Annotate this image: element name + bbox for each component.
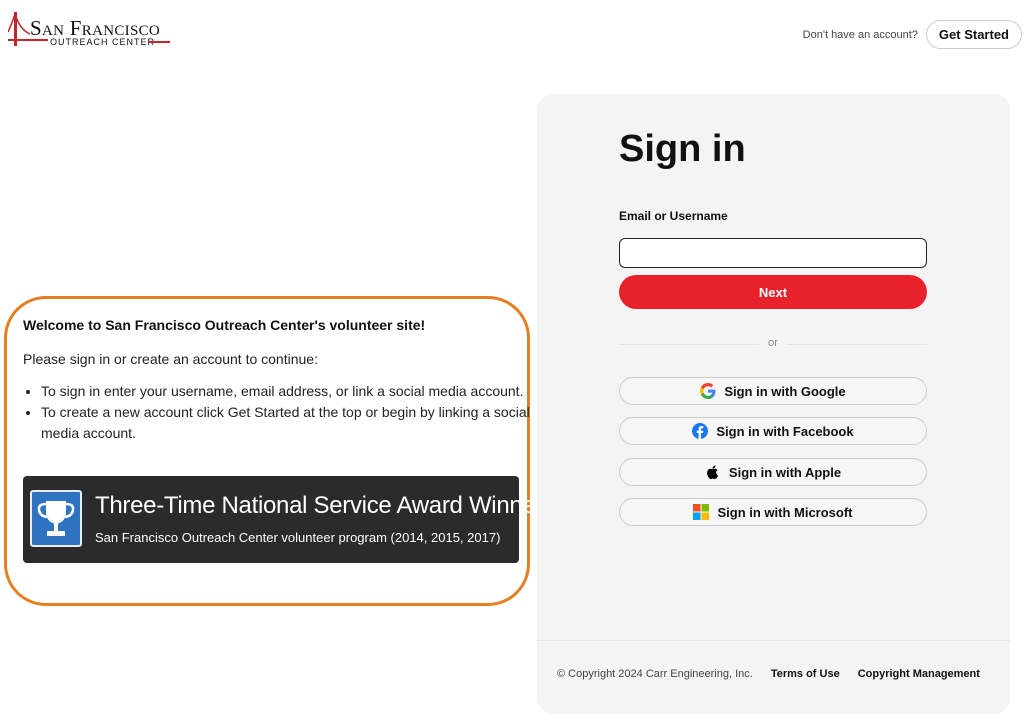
award-banner: Three-Time National Service Award Winner… — [23, 476, 543, 563]
site-logo[interactable]: San Francisco OUTREACH CENTER — [8, 12, 170, 48]
account-prompt: Don't have an account? — [802, 28, 918, 41]
award-subtitle: San Francisco Outreach Center volunteer … — [95, 530, 501, 545]
welcome-panel: Welcome to San Francisco Outreach Center… — [4, 296, 543, 606]
welcome-intro: Please sign in or create an account to c… — [23, 351, 318, 367]
facebook-sign-in-button[interactable]: Sign in with Facebook — [619, 417, 927, 445]
sign-in-card: Sign in Email or Username Next or Sign i… — [537, 94, 1010, 714]
welcome-heading: Welcome to San Francisco Outreach Center… — [23, 317, 426, 333]
google-sign-in-button[interactable]: Sign in with Google — [619, 377, 927, 405]
award-title: Three-Time National Service Award Winner — [95, 492, 544, 519]
or-divider: or — [619, 337, 927, 350]
header-account-area: Don't have an account? Get Started — [803, 20, 1022, 49]
logo-underline-right — [148, 41, 170, 43]
email-label: Email or Username — [619, 209, 728, 223]
sign-in-title: Sign in — [619, 128, 746, 170]
copyright-management-link[interactable]: Copyright Management — [858, 668, 980, 680]
logo-sub-text: OUTREACH CENTER — [50, 37, 156, 47]
google-sign-in-label: Sign in with Google — [724, 383, 846, 399]
logo-underline — [30, 39, 48, 41]
trophy-icon — [30, 490, 82, 547]
next-button[interactable]: Next — [619, 275, 927, 309]
golden-gate-icon — [8, 12, 30, 46]
microsoft-icon — [693, 504, 710, 520]
list-item: To sign in enter your username, email ad… — [41, 381, 531, 402]
google-icon — [700, 383, 716, 399]
apple-sign-in-button[interactable]: Sign in with Apple — [619, 458, 927, 486]
apple-sign-in-label: Sign in with Apple — [728, 464, 842, 480]
get-started-button[interactable]: Get Started — [925, 20, 1022, 49]
divider-text: or — [768, 337, 778, 349]
terms-of-use-link[interactable]: Terms of Use — [771, 668, 840, 680]
microsoft-sign-in-label: Sign in with Microsoft — [717, 504, 853, 520]
microsoft-sign-in-button[interactable]: Sign in with Microsoft — [619, 498, 927, 526]
apple-icon — [705, 464, 721, 480]
facebook-icon — [692, 423, 709, 439]
copyright-text: © Copyright 2024 Carr Engineering, Inc. — [557, 668, 753, 680]
email-field[interactable] — [619, 238, 927, 268]
card-footer: © Copyright 2024 Carr Engineering, Inc. … — [557, 668, 980, 680]
facebook-sign-in-label: Sign in with Facebook — [716, 423, 854, 439]
list-item: To create a new account click Get Starte… — [41, 402, 531, 444]
footer-divider — [537, 640, 1010, 641]
instructions-list: To sign in enter your username, email ad… — [23, 381, 531, 444]
